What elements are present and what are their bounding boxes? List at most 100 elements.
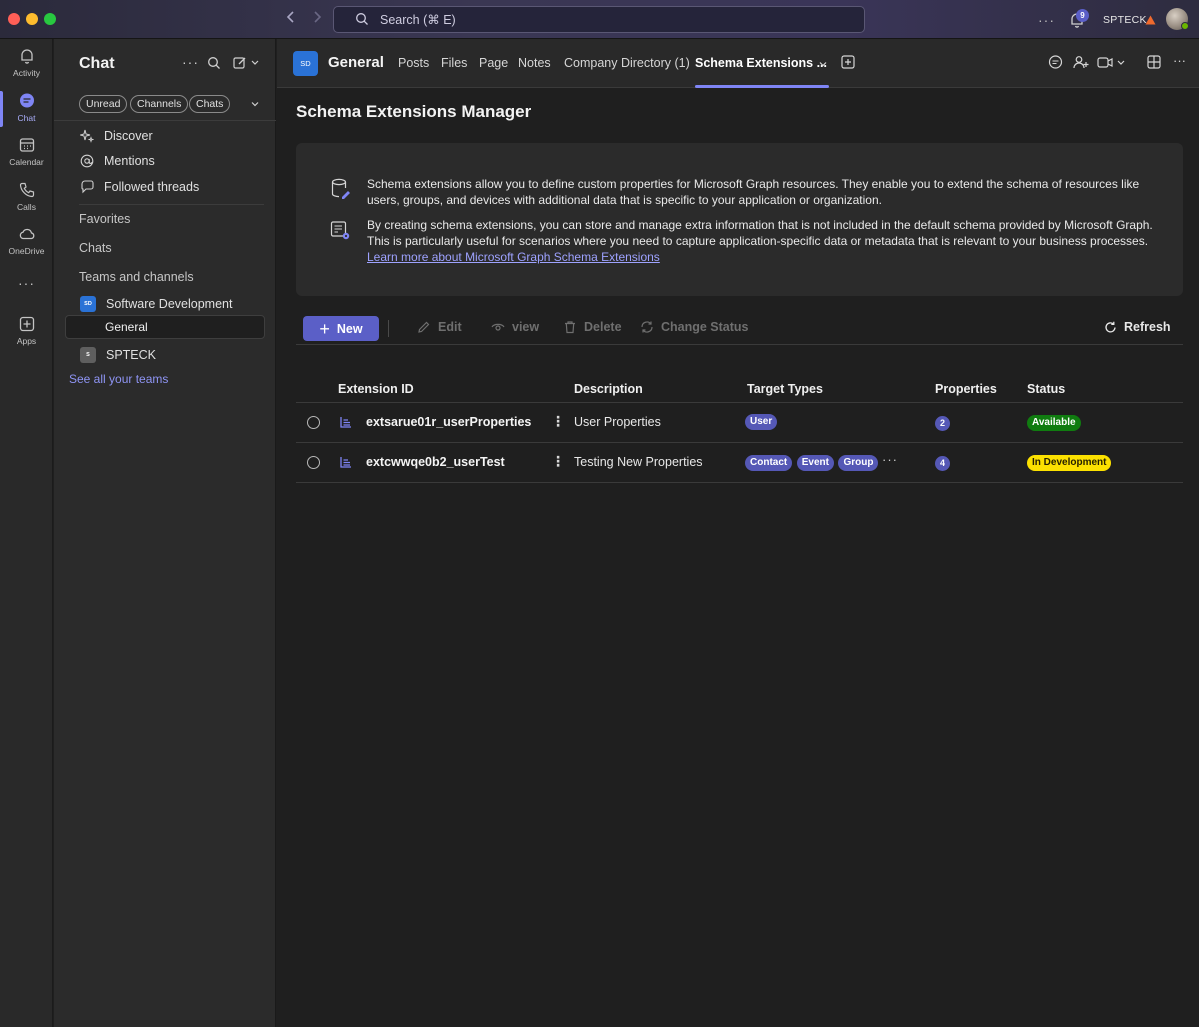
status-badge: Available	[1027, 415, 1081, 431]
target-type-chip: User	[745, 414, 778, 430]
team-avatar: S	[80, 347, 96, 363]
sidebar-item-mentions[interactable]: Mentions	[80, 154, 155, 168]
minimize-window-button[interactable]	[26, 13, 38, 25]
more-options-icon[interactable]: ···	[1038, 0, 1055, 39]
zoom-window-button[interactable]	[44, 13, 56, 25]
search-input[interactable]	[380, 10, 840, 30]
rail-chat-label: Chat	[17, 113, 36, 123]
section-teams-and-channels[interactable]: Teams and channels	[79, 270, 194, 284]
rail-calls[interactable]: Calls	[0, 181, 53, 212]
tab-company-directory[interactable]: Company Directory (1)	[564, 56, 690, 70]
extension-id: extsarue01r_userProperties	[366, 415, 532, 429]
apps-plus-icon	[19, 316, 34, 332]
column-status[interactable]: Status	[1027, 382, 1065, 396]
bell-icon	[20, 49, 33, 64]
refresh-button[interactable]: Refresh	[1104, 320, 1171, 334]
sidebar-title: Chat	[79, 55, 115, 72]
row-actions-kebab-icon[interactable]: ⋮	[551, 453, 565, 470]
header-more-icon[interactable]: ···	[1173, 53, 1186, 68]
sidebar-item-followed-threads[interactable]: Followed threads	[80, 180, 199, 194]
edit-button[interactable]: Edit	[417, 320, 462, 334]
info-card: Schema extensions allow you to define cu…	[296, 143, 1183, 296]
add-tab-icon[interactable]	[841, 55, 855, 72]
row-actions-kebab-icon[interactable]: ⋮	[551, 413, 565, 430]
table-header: Extension ID Description Target Types Pr…	[296, 375, 1183, 403]
column-properties[interactable]: Properties	[935, 382, 997, 396]
channel-general-selected[interactable]: General	[65, 315, 265, 339]
tab-page[interactable]: Page	[479, 56, 508, 70]
rail-apps[interactable]: Apps	[0, 315, 53, 346]
new-chat-compose-icon[interactable]	[233, 56, 261, 73]
team-software-development[interactable]: SD Software Development	[80, 296, 232, 312]
rail-activity[interactable]: Activity	[0, 47, 53, 78]
sparkle-icon	[80, 129, 94, 143]
warning-icon[interactable]	[1145, 0, 1156, 39]
notification-count-badge: 9	[1076, 9, 1089, 22]
conversation-icon[interactable]	[1048, 55, 1063, 73]
tab-posts[interactable]: Posts	[398, 56, 429, 70]
search-icon	[355, 12, 369, 29]
row-select-radio[interactable]	[307, 416, 320, 429]
extension-id: extcwwqe0b2_userTest	[366, 455, 505, 469]
new-button[interactable]: + New	[303, 316, 379, 341]
filter-chats[interactable]: Chats	[189, 95, 231, 113]
sidebar-item-discover[interactable]: Discover	[80, 129, 153, 143]
rail-calendar[interactable]: Calendar	[0, 136, 53, 167]
user-name-label[interactable]: SPTECK	[1103, 0, 1147, 39]
app-rail: Activity Chat Calendar Calls OneDrive ··…	[0, 39, 53, 1027]
info-paragraph-2: By creating schema extensions, you can s…	[367, 217, 1167, 265]
tab-notes[interactable]: Notes	[518, 56, 551, 70]
info-paragraph-1: Schema extensions allow you to define cu…	[367, 177, 1140, 207]
table-row[interactable]: extsarue01r_userProperties ⋮ User Proper…	[296, 403, 1183, 443]
rail-calendar-label: Calendar	[9, 157, 44, 167]
rail-calls-label: Calls	[17, 202, 36, 212]
sync-icon	[641, 321, 653, 333]
rail-onedrive[interactable]: OneDrive	[0, 225, 53, 256]
column-extension-id[interactable]: Extension ID	[338, 382, 414, 396]
back-arrow-icon[interactable]	[286, 10, 296, 27]
filter-channels[interactable]: Channels	[130, 95, 189, 113]
rail-apps-label: Apps	[16, 336, 37, 346]
search-box[interactable]	[333, 6, 865, 33]
rail-chat[interactable]: Chat	[0, 92, 53, 123]
sidebar-divider	[79, 204, 264, 205]
delete-button[interactable]: Delete	[563, 320, 622, 334]
see-all-teams-link[interactable]: See all your teams	[69, 372, 168, 386]
view-button[interactable]: view	[491, 320, 539, 334]
plus-icon: +	[319, 318, 330, 339]
more-targets-icon[interactable]: ···	[882, 452, 898, 467]
filter-unread[interactable]: Unread	[79, 95, 128, 113]
row-select-radio[interactable]	[307, 456, 320, 469]
main-content: SD General Posts Files Page Notes Compan…	[277, 39, 1199, 1027]
sidebar-item-label: Followed threads	[104, 180, 200, 194]
forward-arrow-icon[interactable]	[312, 10, 322, 27]
tab-dropdown-chevron-icon[interactable]	[818, 57, 828, 72]
delete-button-label: Delete	[584, 320, 622, 334]
workspace-layout-icon[interactable]	[1147, 55, 1161, 72]
table-row[interactable]: extcwwqe0b2_userTest ⋮ Testing New Prope…	[296, 443, 1183, 483]
title-bar: ··· 9 SPTECK	[0, 0, 1199, 39]
sidebar-search-icon[interactable]	[207, 56, 221, 73]
members-icon[interactable]	[1073, 55, 1090, 73]
filter-expand-chevron-icon[interactable]	[250, 97, 260, 112]
team-name: SPTECK	[106, 348, 157, 362]
learn-more-link[interactable]: Learn more about Microsoft Graph Schema …	[367, 250, 660, 264]
tab-schema-extensions[interactable]: Schema Extensions ...	[695, 56, 827, 70]
section-favorites[interactable]: Favorites	[79, 212, 130, 226]
team-spteck[interactable]: S SPTECK	[80, 347, 156, 363]
target-type-chip: Contact	[745, 455, 793, 471]
close-window-button[interactable]	[8, 13, 20, 25]
video-call-icon[interactable]	[1097, 55, 1127, 73]
column-target-types[interactable]: Target Types	[747, 382, 823, 396]
section-chats[interactable]: Chats	[79, 241, 112, 255]
trash-icon	[565, 321, 575, 334]
change-status-button[interactable]: Change Status	[640, 320, 749, 334]
target-types: User	[745, 413, 778, 430]
calendar-icon	[19, 138, 34, 152]
rail-onedrive-label: OneDrive	[8, 246, 45, 256]
column-description[interactable]: Description	[574, 382, 643, 396]
more-apps-icon[interactable]: ···	[0, 275, 53, 291]
tab-files[interactable]: Files	[441, 56, 467, 70]
sidebar-more-icon[interactable]: ···	[182, 54, 199, 70]
page-title: Schema Extensions Manager	[296, 102, 532, 121]
